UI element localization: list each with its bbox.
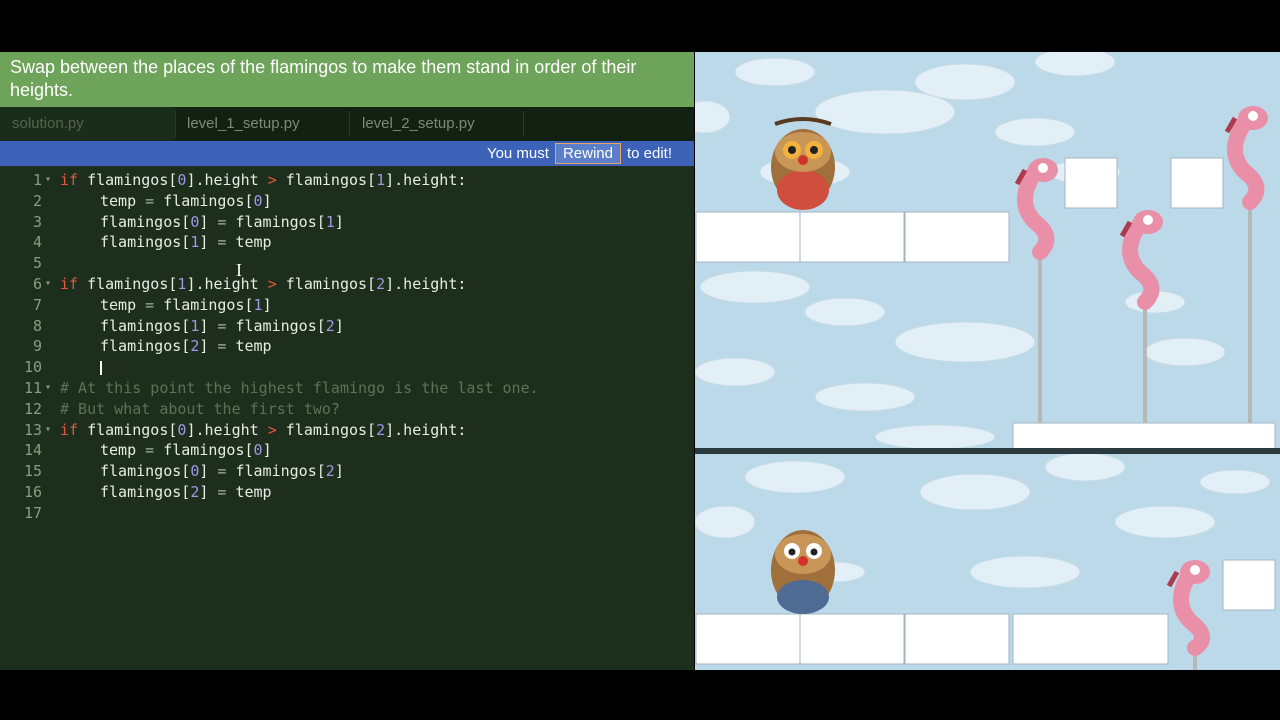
fold-arrow-icon[interactable]: ▾ bbox=[45, 378, 51, 399]
editor-panel: Swap between the places of the flamingos… bbox=[0, 52, 694, 670]
code-line[interactable]: 8 flamingos[1] = flamingos[2] bbox=[0, 316, 694, 337]
code-text: temp = flamingos[0] bbox=[100, 191, 272, 210]
code-line[interactable]: 12 # But what about the first two? bbox=[0, 399, 694, 420]
code-text: temp = flamingos[1] bbox=[100, 295, 272, 314]
line-number: 15 bbox=[23, 462, 42, 481]
fold-arrow-icon[interactable]: ▾ bbox=[45, 274, 51, 295]
line-number: 3 bbox=[32, 212, 42, 231]
line-number: 13 bbox=[23, 420, 42, 439]
game-canvas bbox=[695, 52, 1280, 670]
code-line[interactable]: 7 temp = flamingos[1] bbox=[0, 295, 694, 316]
game-view bbox=[695, 52, 1280, 670]
line-number: 8 bbox=[32, 316, 42, 335]
tab-level-2-setup[interactable]: level_2_setup.py bbox=[350, 107, 524, 141]
code-line[interactable]: 11 ▾ # At this point the highest flamingo … bbox=[0, 378, 694, 399]
code-line[interactable]: 10 bbox=[0, 357, 694, 378]
code-line[interactable]: 17 bbox=[0, 503, 694, 524]
level-instructions: Swap between the places of the flamingos… bbox=[0, 52, 694, 107]
code-line[interactable]: 16 flamingos[2] = temp bbox=[0, 482, 694, 503]
line-number: 10 bbox=[23, 358, 42, 377]
tab-solution[interactable]: solution.py bbox=[0, 107, 175, 141]
line-number: 11 bbox=[23, 379, 42, 397]
line-number: 1 bbox=[32, 171, 42, 189]
line-number: 2 bbox=[32, 191, 42, 210]
text-cursor-icon: I bbox=[236, 260, 242, 280]
tab-level-1-setup[interactable]: level_1_setup.py bbox=[175, 107, 349, 141]
code-line[interactable]: 6 ▾ if flamingos[1].height > flamingos[2].… bbox=[0, 274, 694, 295]
fold-arrow-icon[interactable]: ▾ bbox=[45, 170, 51, 191]
rewind-button[interactable]: Rewind bbox=[554, 143, 621, 164]
rewind-suffix-text: to edit! bbox=[626, 145, 672, 162]
line-number: 6 bbox=[32, 275, 42, 293]
fold-arrow-icon[interactable]: ▾ bbox=[45, 420, 51, 441]
code-line[interactable]: 15 flamingos[0] = flamingos[2] bbox=[0, 461, 694, 482]
line-number: 4 bbox=[32, 233, 42, 252]
monkey-character-bottom bbox=[771, 530, 835, 614]
rewind-notice-bar: You must Rewind to edit! bbox=[0, 141, 694, 166]
code-line[interactable]: 14 temp = flamingos[0] bbox=[0, 440, 694, 461]
code-text: flamingos[0] = flamingos[1] bbox=[100, 212, 344, 231]
file-tabs: solution.py level_1_setup.py level_2_set… bbox=[0, 107, 694, 141]
line-number: 16 bbox=[23, 483, 42, 501]
text-caret bbox=[100, 361, 102, 376]
code-line[interactable]: 3 flamingos[0] = flamingos[1] bbox=[0, 212, 694, 233]
line-number: 12 bbox=[23, 399, 42, 418]
line-number: 14 bbox=[23, 441, 42, 460]
code-text: flamingos[2] = temp bbox=[100, 483, 272, 501]
code-line[interactable]: 4 flamingos[1] = temp bbox=[0, 232, 694, 253]
code-comment: # At this point the highest flamingo is … bbox=[60, 379, 539, 397]
scene-divider bbox=[695, 448, 1280, 454]
code-text: flamingos[1] = temp bbox=[100, 233, 272, 252]
code-text: flamingos[2] = temp bbox=[100, 337, 272, 356]
app-window: Swap between the places of the flamingos… bbox=[0, 0, 1280, 720]
code-comment: # But what about the first two? bbox=[60, 399, 340, 418]
code-text: if flamingos[0].height > flamingos[2].he… bbox=[60, 420, 467, 439]
code-text: temp = flamingos[0] bbox=[100, 441, 272, 460]
line-number: 9 bbox=[32, 337, 42, 356]
code-text: flamingos[1] = flamingos[2] bbox=[100, 316, 344, 335]
code-line[interactable]: 1 ▾ if flamingos[0].height > flamingos[1].… bbox=[0, 170, 694, 191]
rewind-prefix-text: You must bbox=[486, 145, 549, 162]
line-number: 7 bbox=[32, 295, 42, 314]
code-line[interactable]: 5 bbox=[0, 253, 694, 274]
code-text: if flamingos[0].height > flamingos[1].he… bbox=[60, 171, 467, 189]
line-number: 17 bbox=[23, 503, 42, 522]
code-text: flamingos[0] = flamingos[2] bbox=[100, 462, 344, 481]
code-text: if flamingos[1].height > flamingos[2].he… bbox=[60, 275, 467, 293]
code-line[interactable]: 13 ▾ if flamingos[0].height > flamingos[2]… bbox=[0, 420, 694, 441]
tab-divider bbox=[523, 111, 524, 137]
code-line[interactable]: 9 flamingos[2] = temp bbox=[0, 336, 694, 357]
code-editor[interactable]: 1 ▾ if flamingos[0].height > flamingos[1].… bbox=[0, 166, 694, 670]
line-number: 5 bbox=[32, 254, 42, 273]
code-line[interactable]: 2 temp = flamingos[0] bbox=[0, 191, 694, 212]
